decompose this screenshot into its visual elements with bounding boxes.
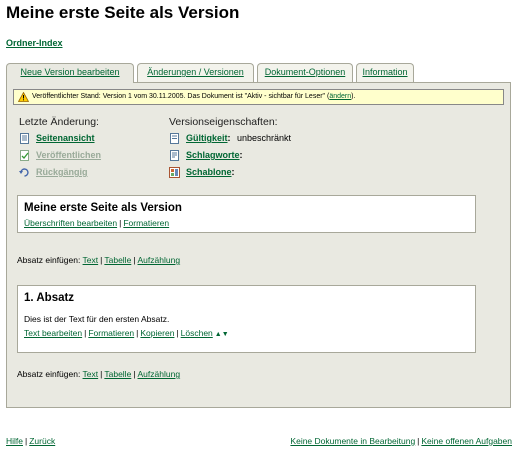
move-arrows-icon[interactable]: ▲▼ bbox=[215, 331, 229, 338]
page-view-link[interactable]: Seitenansicht bbox=[36, 133, 95, 143]
keywords-icon bbox=[170, 150, 179, 161]
insert-paragraph-row-2: Absatz einfügen: Text | Tabelle | Aufzählung bbox=[17, 369, 180, 379]
notice-suffix: ). bbox=[351, 93, 356, 100]
page-view-icon bbox=[20, 133, 29, 144]
publish-icon bbox=[20, 150, 29, 161]
template-icon bbox=[169, 167, 180, 178]
publish-action: Veröffentlichen bbox=[19, 149, 101, 166]
tab-edit-new-version[interactable]: Neue Version bearbeiten bbox=[6, 63, 134, 83]
insert-table-link[interactable]: Tabelle bbox=[104, 369, 131, 379]
no-tasks-link[interactable]: Keine offenen Aufgaben bbox=[421, 436, 512, 446]
delete-paragraph-link[interactable]: Löschen bbox=[181, 328, 213, 338]
version-properties-section: Versionseigenschaften: Gültigkeit: unbes… bbox=[169, 116, 291, 183]
tab-label: Neue Version bearbeiten bbox=[20, 67, 120, 77]
undo-icon bbox=[19, 168, 29, 177]
validity-icon bbox=[170, 133, 179, 144]
heading-box: Meine erste Seite als Version Überschrif… bbox=[17, 195, 476, 233]
validity-value: unbeschränkt bbox=[237, 133, 292, 143]
tab-changes-versions[interactable]: Änderungen / Versionen bbox=[137, 63, 254, 82]
heading-box-actions: Überschriften bearbeiten | Formatieren bbox=[24, 218, 469, 228]
status-notice: Veröffentlichter Stand: Version 1 vom 30… bbox=[13, 89, 504, 105]
paragraph-box-actions: Text bearbeiten | Formatieren | Kopieren | Lös… bbox=[24, 328, 469, 338]
validity-link[interactable]: Gültigkeit bbox=[186, 133, 228, 143]
format-headings-link[interactable]: Formatieren bbox=[123, 218, 169, 228]
insert-table-link[interactable]: Tabelle bbox=[104, 255, 131, 265]
warning-icon bbox=[18, 92, 29, 102]
template-row: Schablone: bbox=[169, 166, 278, 183]
last-change-section: Letzte Änderung: Seitenansicht Veröffent… bbox=[19, 116, 101, 183]
publish-link: Veröffentlichen bbox=[36, 150, 102, 160]
page-view-action[interactable]: Seitenansicht bbox=[19, 132, 101, 149]
notice-text: Veröffentlichter Stand: Version 1 vom 30… bbox=[32, 93, 330, 100]
validity-row: Gültigkeit: unbeschränkt bbox=[169, 132, 291, 149]
back-link[interactable]: Zurück bbox=[29, 436, 55, 446]
copy-paragraph-link[interactable]: Kopieren bbox=[140, 328, 174, 338]
edit-headings-link[interactable]: Überschriften bearbeiten bbox=[24, 218, 117, 228]
keywords-link[interactable]: Schlagworte bbox=[186, 150, 240, 160]
insert-paragraph-label: Absatz einfügen: bbox=[17, 369, 81, 379]
footer-left: Hilfe | Zurück bbox=[6, 436, 55, 446]
change-status-link[interactable]: ändern bbox=[329, 93, 351, 100]
keywords-colon: : bbox=[239, 150, 243, 160]
last-change-heading: Letzte Änderung: bbox=[19, 116, 99, 128]
version-properties-heading: Versionseigenschaften: bbox=[169, 116, 278, 128]
insert-list-link[interactable]: Aufzählung bbox=[138, 369, 181, 379]
keywords-row: Schlagworte: bbox=[169, 149, 278, 166]
tab-information[interactable]: Information bbox=[356, 63, 414, 82]
heading-box-title: Meine erste Seite als Version bbox=[24, 202, 182, 214]
insert-paragraph-row-1: Absatz einfügen: Text | Tabelle | Aufzählung bbox=[17, 255, 180, 265]
paragraph-box: 1. Absatz Dies ist der Text für den erst… bbox=[17, 285, 476, 353]
undo-link: Rückgängig bbox=[36, 167, 88, 177]
edit-panel: Veröffentlichter Stand: Version 1 vom 30… bbox=[6, 82, 511, 408]
format-paragraph-link[interactable]: Formatieren bbox=[88, 328, 134, 338]
paragraph-body: Dies ist der Text für den ersten Absatz. bbox=[24, 314, 170, 324]
edit-text-link[interactable]: Text bearbeiten bbox=[24, 328, 82, 338]
tab-label: Änderungen / Versionen bbox=[147, 67, 244, 77]
page-title: Meine erste Seite als Version bbox=[6, 3, 240, 22]
insert-text-link[interactable]: Text bbox=[83, 369, 99, 379]
validity-colon: : bbox=[227, 133, 231, 143]
tab-document-options[interactable]: Dokument-Optionen bbox=[257, 63, 353, 82]
insert-list-link[interactable]: Aufzählung bbox=[138, 255, 181, 265]
undo-action: Rückgängig bbox=[19, 166, 101, 183]
template-link[interactable]: Schablone bbox=[186, 167, 232, 177]
folder-index-link[interactable]: Ordner-Index bbox=[6, 38, 63, 48]
insert-paragraph-label: Absatz einfügen: bbox=[17, 255, 81, 265]
footer-right: Keine Dokumente in Bearbeitung | Keine off… bbox=[290, 436, 512, 446]
tab-label: Dokument-Optionen bbox=[264, 67, 346, 77]
template-colon: : bbox=[231, 167, 235, 177]
help-link[interactable]: Hilfe bbox=[6, 436, 23, 446]
no-documents-link[interactable]: Keine Dokumente in Bearbeitung bbox=[290, 436, 415, 446]
paragraph-box-title: 1. Absatz bbox=[24, 292, 75, 304]
insert-text-link[interactable]: Text bbox=[83, 255, 99, 265]
tab-label: Information bbox=[362, 67, 408, 77]
